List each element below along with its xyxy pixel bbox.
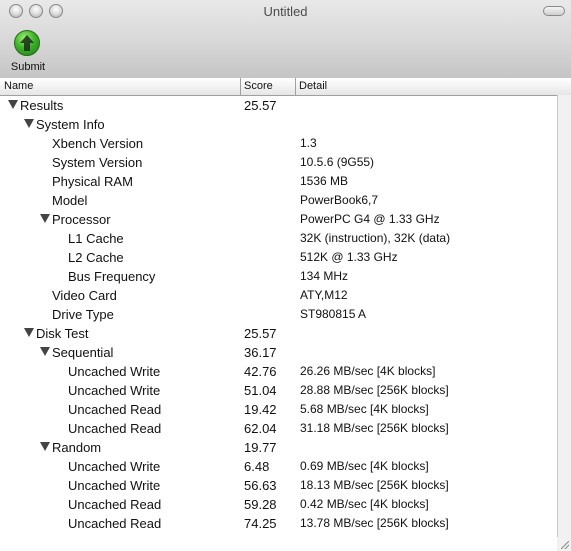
row-name: Xbench Version: [52, 136, 144, 151]
table-row[interactable]: Sequential 36.17: [0, 343, 557, 362]
row-detail: 28.88 MB/sec [256K blocks]: [300, 383, 449, 397]
window-title: Untitled: [263, 4, 308, 19]
row-name: Results: [20, 98, 64, 113]
row-name: Uncached Read: [68, 421, 162, 436]
row-detail: 512K @ 1.33 GHz: [300, 250, 398, 264]
table-row[interactable]: Uncached Read 59.28 0.42 MB/sec [4K blocks…: [0, 495, 557, 514]
table-row[interactable]: Random 19.77: [0, 438, 557, 457]
row-name: System Version: [52, 155, 143, 170]
row-detail: 31.18 MB/sec [256K blocks]: [300, 421, 449, 435]
row-name: Drive Type: [52, 307, 114, 322]
vertical-scrollbar[interactable]: [557, 95, 571, 551]
row-name: System Info: [36, 117, 105, 132]
disclosure-triangle-icon[interactable]: [24, 328, 34, 337]
disclosure-triangle-icon[interactable]: [8, 100, 18, 109]
row-name: Uncached Read: [68, 402, 162, 417]
row-detail: 1536 MB: [300, 174, 349, 188]
column-divider[interactable]: [295, 78, 296, 95]
table-row[interactable]: Physical RAM 1536 MB: [0, 172, 557, 191]
table-header: Name Score Detail: [0, 78, 571, 96]
table-row[interactable]: Uncached Read 74.25 13.78 MB/sec [256K blo…: [0, 514, 557, 533]
row-score: 42.76: [244, 364, 277, 379]
table-row[interactable]: Uncached Write 6.48 0.69 MB/sec [4K blocks…: [0, 457, 557, 476]
unified-toolbar: Untitled Submit: [0, 0, 571, 79]
resize-grip-icon[interactable]: [557, 537, 571, 551]
xbench-window: Untitled Submit Name Score Detail Result…: [0, 0, 571, 551]
row-detail: 5.68 MB/sec [4K blocks]: [300, 402, 429, 416]
row-score: 74.25: [244, 516, 277, 531]
row-name: L2 Cache: [68, 250, 124, 265]
row-detail: PowerPC G4 @ 1.33 GHz: [300, 212, 440, 226]
table-row[interactable]: Drive Type ST980815 A: [0, 305, 557, 324]
row-name: L1 Cache: [68, 231, 124, 246]
table-row[interactable]: Bus Frequency 134 MHz: [0, 267, 557, 286]
row-name: Uncached Read: [68, 497, 162, 512]
table-row[interactable]: Uncached Read 62.04 31.18 MB/sec [256K blo…: [0, 419, 557, 438]
row-name: Uncached Read: [68, 516, 162, 531]
row-score: 56.63: [244, 478, 277, 493]
row-score: 19.77: [244, 440, 277, 455]
table-row[interactable]: Video Card ATY,M12: [0, 286, 557, 305]
row-detail: 134 MHz: [300, 269, 349, 283]
results-outline-table: Name Score Detail Results 25.57 System Inf…: [0, 78, 571, 551]
row-detail: 10.5.6 (9G55): [300, 155, 375, 169]
row-name: Uncached Write: [68, 459, 161, 474]
row-name: Disk Test: [36, 326, 89, 341]
row-detail: 1.3: [300, 136, 317, 150]
row-score: 51.04: [244, 383, 277, 398]
table-row[interactable]: Uncached Write 56.63 18.13 MB/sec [256K bl…: [0, 476, 557, 495]
row-name: Uncached Write: [68, 478, 161, 493]
row-name: Sequential: [52, 345, 114, 360]
row-name: Physical RAM: [52, 174, 133, 189]
row-score: 36.17: [244, 345, 277, 360]
disclosure-triangle-icon[interactable]: [40, 347, 50, 356]
row-detail: 13.78 MB/sec [256K blocks]: [300, 516, 449, 530]
row-detail: ST980815 A: [300, 307, 367, 321]
row-name: Model: [52, 193, 88, 208]
table-row[interactable]: Processor PowerPC G4 @ 1.33 GHz: [0, 210, 557, 229]
table-row[interactable]: Uncached Write 51.04 28.88 MB/sec [256K bl…: [0, 381, 557, 400]
disclosure-triangle-icon[interactable]: [40, 214, 50, 223]
row-score: 19.42: [244, 402, 277, 417]
row-score: 59.28: [244, 497, 277, 512]
row-name: Video Card: [52, 288, 117, 303]
table-row[interactable]: Uncached Read 19.42 5.68 MB/sec [4K blocks…: [0, 400, 557, 419]
table-body: Results 25.57 System Info Xbench Version 1.3…: [0, 96, 557, 551]
row-detail: 18.13 MB/sec [256K blocks]: [300, 478, 449, 492]
row-name: Uncached Write: [68, 383, 161, 398]
submit-button[interactable]: Submit: [6, 28, 50, 76]
column-divider[interactable]: [240, 78, 241, 95]
disclosure-triangle-icon[interactable]: [24, 119, 34, 128]
row-detail: ATY,M12: [300, 288, 348, 302]
table-row[interactable]: Results 25.57: [0, 96, 557, 115]
table-row[interactable]: L2 Cache 512K @ 1.33 GHz: [0, 248, 557, 267]
table-row[interactable]: Disk Test 25.57: [0, 324, 557, 343]
column-header-score[interactable]: Score: [244, 80, 273, 92]
row-detail: 26.26 MB/sec [4K blocks]: [300, 364, 436, 378]
row-name: Uncached Write: [68, 364, 161, 379]
row-detail: 32K (instruction), 32K (data): [300, 231, 451, 245]
row-score: 25.57: [244, 98, 277, 113]
row-score: 6.48: [244, 459, 270, 474]
row-detail: 0.42 MB/sec [4K blocks]: [300, 497, 429, 511]
row-detail: 0.69 MB/sec [4K blocks]: [300, 459, 429, 473]
column-header-name[interactable]: Name: [4, 80, 33, 92]
toolbar-toggle-button[interactable]: [543, 6, 565, 16]
submit-label: Submit: [10, 61, 46, 73]
row-name: Random: [52, 440, 102, 455]
column-header-detail[interactable]: Detail: [299, 80, 327, 92]
table-row[interactable]: Model PowerBook6,7: [0, 191, 557, 210]
row-name: Bus Frequency: [68, 269, 156, 284]
row-score: 25.57: [244, 326, 277, 341]
table-row[interactable]: L1 Cache 32K (instruction), 32K (data): [0, 229, 557, 248]
row-detail: PowerBook6,7: [300, 193, 379, 207]
disclosure-triangle-icon[interactable]: [40, 442, 50, 451]
table-row[interactable]: System Info: [0, 115, 557, 134]
table-row[interactable]: System Version 10.5.6 (9G55): [0, 153, 557, 172]
submit-arrow-up-icon: [14, 30, 40, 56]
table-row[interactable]: Xbench Version 1.3: [0, 134, 557, 153]
row-score: 62.04: [244, 421, 277, 436]
table-row[interactable]: Uncached Write 42.76 26.26 MB/sec [4K bloc…: [0, 362, 557, 381]
row-name: Processor: [52, 212, 111, 227]
